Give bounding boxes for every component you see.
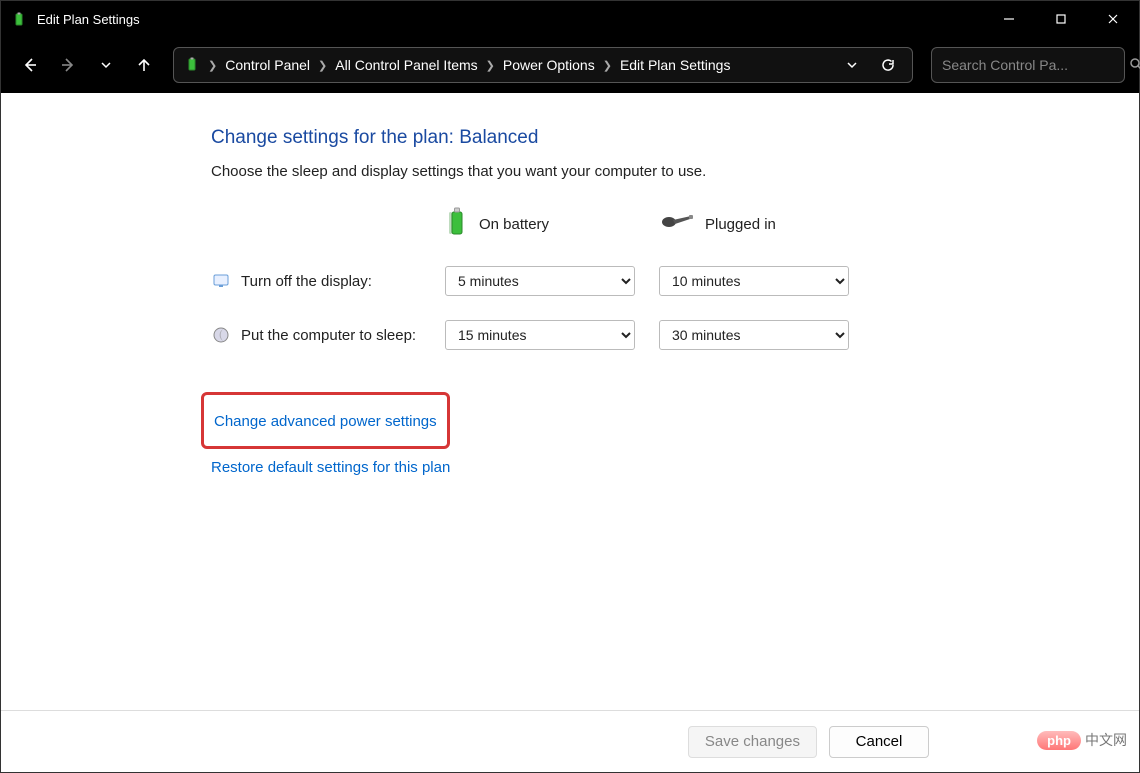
page-description: Choose the sleep and display settings th…: [211, 163, 1139, 180]
refresh-button[interactable]: [874, 57, 902, 73]
up-button[interactable]: [129, 50, 159, 80]
breadcrumb[interactable]: ❯ Control Panel ❯ All Control Panel Item…: [173, 47, 913, 83]
chevron-right-icon: ❯: [603, 59, 612, 72]
toolbar: ❯ Control Panel ❯ All Control Panel Item…: [1, 37, 1139, 93]
window-frame: Edit Plan Settings: [0, 0, 1140, 773]
moon-icon: [211, 325, 231, 345]
column-label: On battery: [479, 216, 549, 233]
link-advanced-power-settings[interactable]: Change advanced power settings: [214, 413, 437, 430]
row-sleep: Put the computer to sleep:: [211, 325, 431, 345]
maximize-button[interactable]: [1035, 1, 1087, 37]
link-restore-defaults[interactable]: Restore default settings for this plan: [211, 459, 450, 476]
content-area: Change settings for the plan: Balanced C…: [1, 93, 1139, 772]
crumb-all-items[interactable]: All Control Panel Items: [335, 57, 477, 73]
watermark-badge: php: [1037, 731, 1081, 750]
forward-button[interactable]: [53, 50, 83, 80]
highlight-box: Change advanced power settings: [201, 392, 450, 449]
monitor-icon: [211, 271, 231, 291]
plug-icon: [659, 210, 695, 238]
cancel-button[interactable]: Cancel: [829, 726, 929, 758]
footer-bar: Save changes Cancel: [1, 710, 1139, 772]
sleep-plugged-select[interactable]: 30 minutes: [659, 320, 849, 350]
battery-icon: [184, 56, 200, 75]
window-controls: [983, 1, 1139, 37]
chevron-right-icon: ❯: [318, 59, 327, 72]
row-label-text: Put the computer to sleep:: [241, 327, 416, 344]
row-label-text: Turn off the display:: [241, 273, 372, 290]
chevron-right-icon: ❯: [486, 59, 495, 72]
battery-icon: [445, 206, 469, 242]
page-title: Change settings for the plan: Balanced: [211, 127, 1139, 149]
close-button[interactable]: [1087, 1, 1139, 37]
save-button[interactable]: Save changes: [688, 726, 817, 758]
display-battery-select[interactable]: 5 minutes: [445, 266, 635, 296]
minimize-button[interactable]: [983, 1, 1035, 37]
chevron-right-icon: ❯: [208, 59, 217, 72]
crumb-control-panel[interactable]: Control Panel: [225, 57, 310, 73]
back-button[interactable]: [15, 50, 45, 80]
watermark: php 中文网: [1037, 730, 1127, 750]
display-plugged-select[interactable]: 10 minutes: [659, 266, 849, 296]
watermark-text: 中文网: [1085, 730, 1127, 750]
power-settings-table: On battery Plugged in: [211, 206, 1139, 350]
crumb-power-options[interactable]: Power Options: [503, 57, 595, 73]
sleep-battery-select[interactable]: 15 minutes: [445, 320, 635, 350]
search-box[interactable]: [931, 47, 1125, 83]
breadcrumb-dropdown[interactable]: [838, 58, 866, 72]
search-icon: [1129, 57, 1140, 74]
battery-icon: [11, 10, 29, 28]
search-input[interactable]: [942, 57, 1123, 73]
column-on-battery: On battery: [445, 206, 645, 242]
column-plugged-in: Plugged in: [659, 210, 859, 238]
column-label: Plugged in: [705, 216, 776, 233]
recent-dropdown[interactable]: [91, 50, 121, 80]
row-turn-off-display: Turn off the display:: [211, 271, 431, 291]
crumb-edit-plan[interactable]: Edit Plan Settings: [620, 57, 731, 73]
titlebar: Edit Plan Settings: [1, 1, 1139, 37]
window-title: Edit Plan Settings: [37, 12, 140, 27]
